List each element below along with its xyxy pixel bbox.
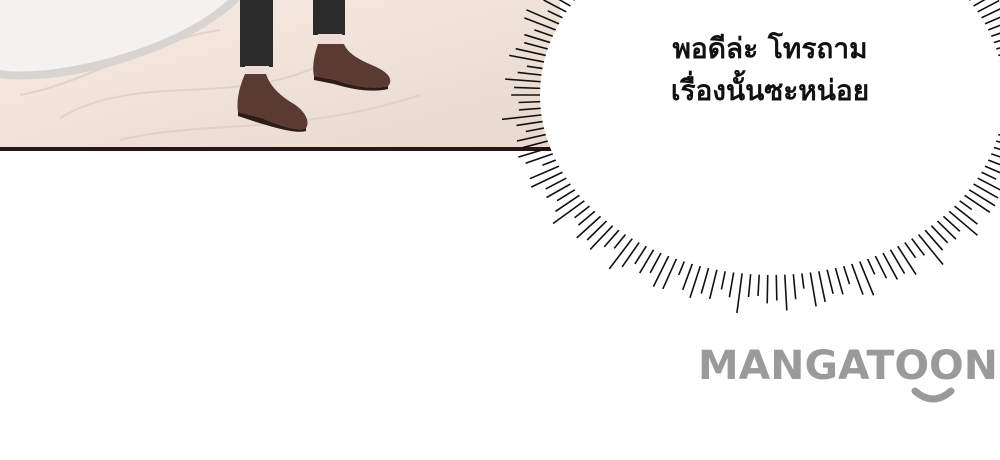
bubble-spike — [951, 204, 977, 225]
speech-line-2: เรื่องนั้นซะหน่อย — [600, 70, 940, 112]
bubble-spike — [737, 270, 743, 314]
bubble-spike — [888, 246, 904, 273]
bubble-spike — [881, 250, 897, 280]
bubble-spike — [935, 218, 956, 239]
bubble-spike — [547, 182, 574, 197]
bubble-spike — [818, 267, 825, 302]
watermark-text: MANGATOON — [698, 343, 998, 389]
bubble-spike — [785, 271, 787, 311]
bubble-spike — [710, 266, 718, 299]
bubble-spike — [640, 246, 656, 273]
watermark-smile-icon — [915, 391, 951, 399]
bubble-spike — [514, 87, 544, 88]
mangatoon-watermark: MANGATOON — [698, 339, 1000, 409]
comic-panel — [0, 0, 560, 151]
bubble-spike — [826, 266, 833, 294]
bubble-spike — [663, 255, 678, 289]
bubble-spike — [556, 193, 583, 211]
panel-border — [0, 147, 560, 151]
bubble-spike — [896, 243, 916, 275]
bubble-spike — [810, 269, 816, 307]
bubble-spike — [767, 271, 768, 303]
bubble-spike — [577, 214, 604, 238]
speech-line-1: พอดีล่ะ โทรถาม — [600, 28, 940, 70]
bubble-spike — [923, 227, 943, 250]
bubble-spike — [929, 223, 948, 243]
bubble-spike — [590, 223, 615, 250]
bubble-spike — [683, 260, 694, 290]
bubble-spike — [961, 193, 990, 212]
bubble-spike — [690, 262, 702, 297]
right-trouser-leg — [313, 0, 345, 35]
bubble-spike — [966, 188, 995, 206]
bubble-spike — [793, 270, 796, 299]
bubble-spike — [653, 253, 670, 287]
bubble-spike — [609, 236, 634, 269]
bubble-spike — [530, 165, 563, 179]
bubble-spike — [587, 218, 609, 240]
bubble-spike — [834, 264, 843, 294]
bubble-spike — [729, 269, 734, 298]
bubble-spike — [531, 171, 566, 188]
left-trouser-leg — [240, 0, 273, 67]
bubble-spike — [622, 239, 641, 267]
bubble-spike — [776, 271, 777, 301]
bubble-spike — [701, 264, 709, 293]
bubble-spike — [970, 182, 998, 198]
speech-bubble-text: พอดีล่ะ โทรถาม เรื่องนั้นซะหน่อย — [600, 28, 940, 112]
comic-page: พอดีล่ะ โทรถาม เรื่องนั้นซะหน่อย MANGATO… — [0, 0, 1000, 456]
